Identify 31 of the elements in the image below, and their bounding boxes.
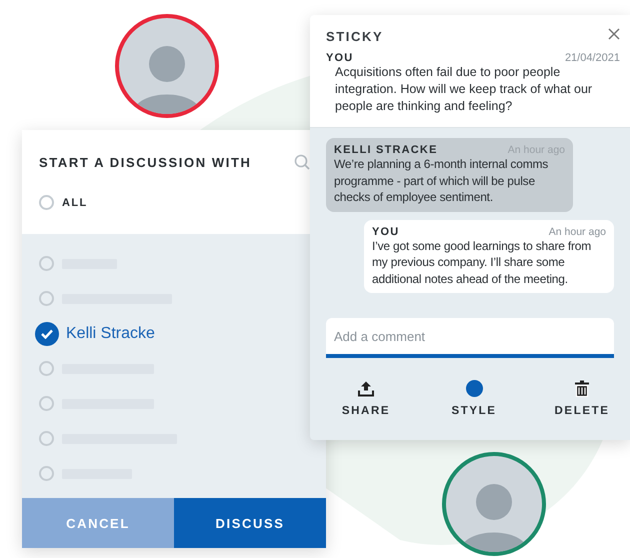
comment-text: We’re planning a 6-month internal comms programme - part of which will be pulse checks of employee sentiment.	[334, 156, 550, 206]
share-button[interactable]: SHARE	[333, 380, 399, 417]
person-name: Kelli Stracke	[66, 324, 155, 342]
panel-title: STICKY	[326, 29, 384, 44]
style-button[interactable]: STYLE	[441, 380, 507, 417]
discuss-button[interactable]: DISCUSS	[174, 498, 326, 548]
share-icon	[358, 380, 374, 397]
radio-button[interactable]	[39, 256, 54, 271]
radio-button[interactable]	[39, 361, 54, 376]
author-name: YOU	[372, 226, 400, 238]
trash-icon	[575, 380, 589, 397]
delete-button[interactable]: DELETE	[549, 380, 615, 417]
checkmark-icon	[41, 328, 53, 338]
panel-title: START A DISCUSSION WITH	[39, 154, 252, 170]
color-dot-icon	[466, 380, 482, 397]
radio-button[interactable]	[39, 195, 54, 210]
radio-button[interactable]	[39, 396, 54, 411]
close-icon[interactable]	[608, 28, 620, 40]
radio-button[interactable]	[39, 466, 54, 481]
comment-text: I’ve got some good learnings to share from my previous company. I’ll share some additional notes ahead of the meeting.	[372, 238, 592, 287]
search-icon[interactable]	[294, 154, 310, 170]
post-date: 21/04/2021	[564, 52, 620, 64]
option-label: ALL	[62, 196, 88, 208]
radio-button[interactable]	[39, 431, 54, 446]
author-name: YOU	[326, 52, 354, 64]
author-name: KELLI STRACKE	[334, 144, 438, 156]
comment-field[interactable]: Add a comment	[326, 318, 614, 358]
radio-button[interactable]	[39, 291, 54, 306]
radio-button[interactable]	[35, 322, 59, 346]
comment-time: An hour ago	[548, 226, 606, 238]
post-text: Acquisitions often fail due to poor people integration. How will we keep track of what our people are thinking and feeling?	[334, 64, 594, 115]
